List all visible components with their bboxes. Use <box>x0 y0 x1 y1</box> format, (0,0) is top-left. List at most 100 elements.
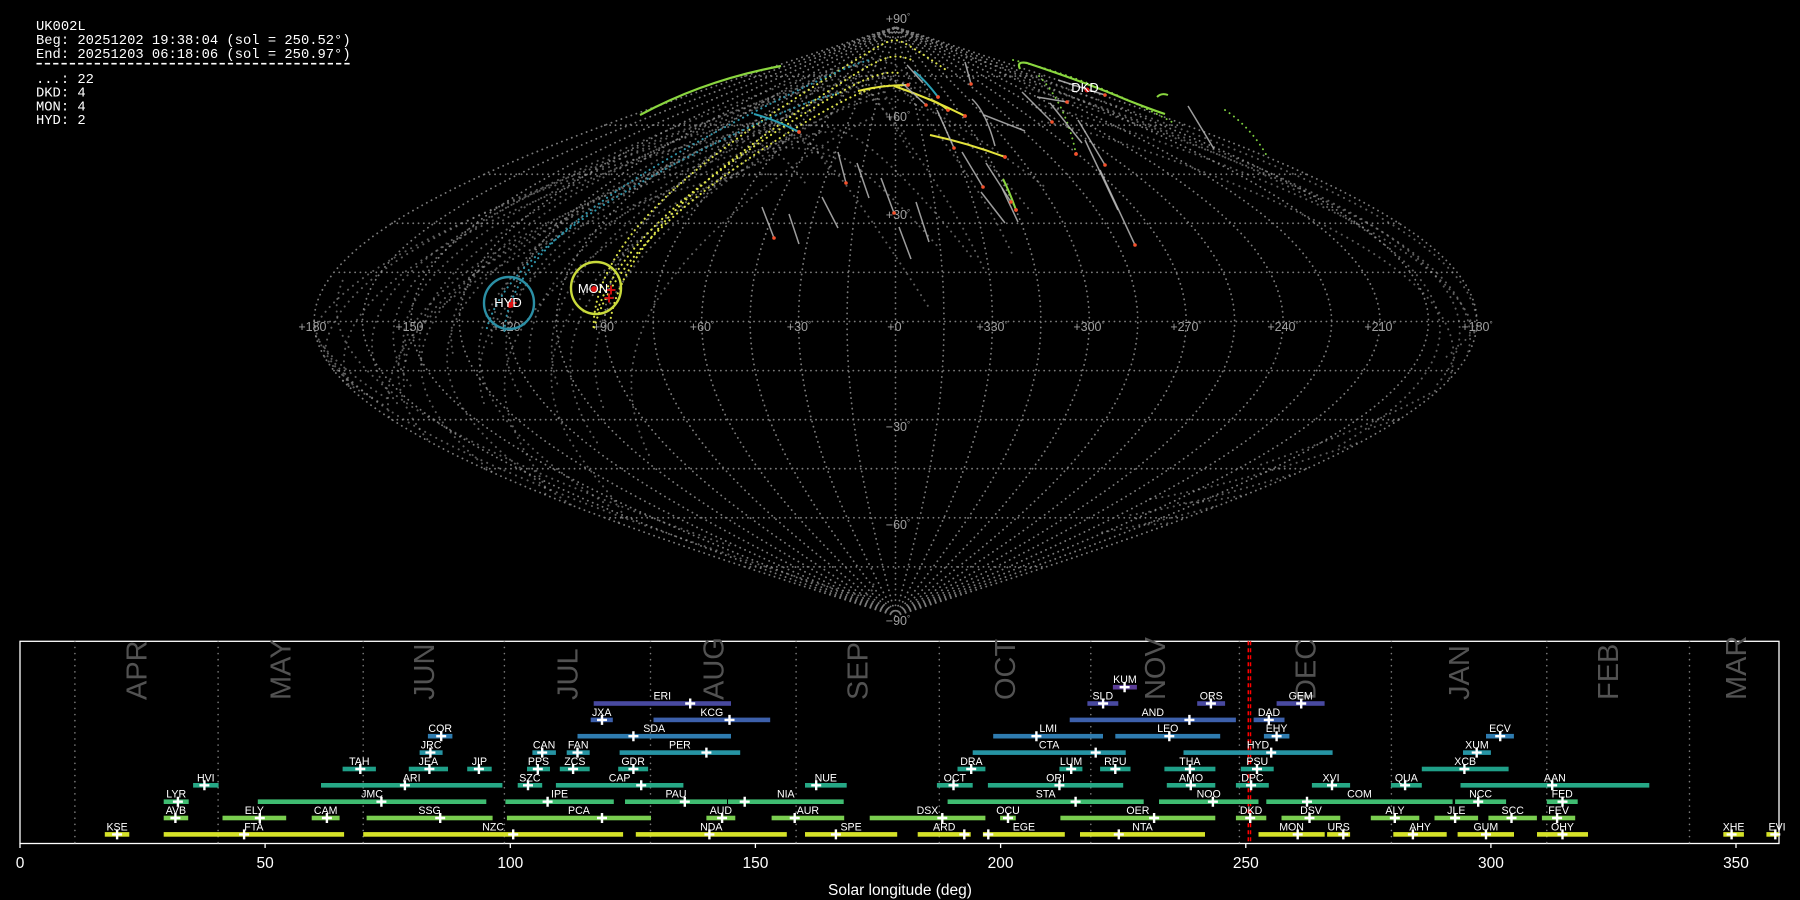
svg-text:GDR: GDR <box>621 756 645 768</box>
svg-text:DKD: 4: DKD: 4 <box>36 87 86 102</box>
svg-text:AHY: AHY <box>1409 821 1431 833</box>
svg-text:ECV: ECV <box>1489 723 1512 735</box>
svg-text:+210°: +210° <box>1364 320 1395 334</box>
svg-text:CAP: CAP <box>609 772 631 784</box>
svg-text:HYD: HYD <box>1247 740 1270 752</box>
svg-text:FTA: FTA <box>244 821 264 833</box>
svg-text:NDA: NDA <box>700 821 723 833</box>
svg-text:KSE: KSE <box>106 821 127 833</box>
svg-text:SCC: SCC <box>1502 805 1525 817</box>
svg-text:GUM: GUM <box>1473 821 1498 833</box>
svg-text:EVI: EVI <box>1768 821 1785 833</box>
svg-text:QUA: QUA <box>1395 772 1419 784</box>
svg-text:OHY: OHY <box>1551 821 1574 833</box>
svg-text:PCA: PCA <box>568 805 591 817</box>
svg-text:URS: URS <box>1328 821 1350 833</box>
svg-text:+180°: +180° <box>1461 320 1492 334</box>
svg-text:KUM: KUM <box>1113 674 1137 686</box>
svg-text:JLE: JLE <box>1447 805 1465 817</box>
svg-text:DAD: DAD <box>1258 707 1281 719</box>
svg-text:HVI: HVI <box>197 772 215 784</box>
svg-text:ARD: ARD <box>933 821 956 833</box>
svg-text:AMO: AMO <box>1179 772 1203 784</box>
svg-text:+30°: +30° <box>787 320 811 334</box>
svg-text:ALY: ALY <box>1385 805 1404 817</box>
svg-text:TAH: TAH <box>349 756 369 768</box>
svg-text:PSU: PSU <box>1246 756 1268 768</box>
svg-text:ORS: ORS <box>1200 691 1223 703</box>
svg-text:+30°: +30° <box>886 208 910 222</box>
svg-text:JRC: JRC <box>421 740 442 752</box>
svg-text:ELY: ELY <box>245 805 264 817</box>
svg-text:+60°: +60° <box>886 110 910 124</box>
svg-text:NZC: NZC <box>482 821 504 833</box>
svg-text:Beg: 20251202 19:38:04 (sol =: Beg: 20251202 19:38:04 (sol = 250.52°) <box>36 33 351 49</box>
svg-text:SPE: SPE <box>840 821 861 833</box>
svg-text:FEB: FEB <box>1593 644 1625 700</box>
svg-text:OCU: OCU <box>996 805 1020 817</box>
svg-text:+60°: +60° <box>690 320 714 334</box>
svg-text:AUR: AUR <box>797 805 820 817</box>
svg-text:COM: COM <box>1347 789 1372 801</box>
svg-text:OCT: OCT <box>990 639 1022 701</box>
svg-text:EHY: EHY <box>1266 723 1288 735</box>
svg-text:STA: STA <box>1036 789 1057 801</box>
svg-text:THA: THA <box>1179 756 1201 768</box>
svg-text:XCB: XCB <box>1454 756 1476 768</box>
svg-text:DSX: DSX <box>917 805 939 817</box>
svg-text:MAY: MAY <box>266 639 298 700</box>
svg-text:DSV: DSV <box>1300 805 1323 817</box>
svg-text:150: 150 <box>742 855 768 872</box>
svg-text:JMC: JMC <box>361 789 383 801</box>
svg-text:EGE: EGE <box>1013 821 1035 833</box>
svg-text:MON: MON <box>578 281 608 296</box>
svg-text:JAN: JAN <box>1444 645 1476 700</box>
svg-text:DRA: DRA <box>960 756 983 768</box>
svg-text:100: 100 <box>497 855 523 872</box>
svg-text:SDA: SDA <box>643 723 666 735</box>
svg-text:JXA: JXA <box>592 707 612 719</box>
svg-text:300: 300 <box>1478 855 1504 872</box>
svg-text:CAM: CAM <box>314 805 338 817</box>
svg-text:ORI: ORI <box>1046 772 1065 784</box>
svg-text:DKD: DKD <box>1240 805 1263 817</box>
svg-text:SLD: SLD <box>1092 691 1113 703</box>
svg-text:End: 20251203 06:18:06 (sol =: End: 20251203 06:18:06 (sol = 250.97°) <box>36 47 351 63</box>
svg-text:MAR: MAR <box>1721 636 1753 700</box>
svg-text:AAN: AAN <box>1544 772 1566 784</box>
svg-text:50: 50 <box>256 855 274 872</box>
svg-text:ZCS: ZCS <box>564 756 585 768</box>
svg-text:CAN: CAN <box>533 740 555 752</box>
svg-text:CTA: CTA <box>1039 740 1060 752</box>
svg-text:+270°: +270° <box>1170 320 1201 334</box>
svg-text:AND: AND <box>1142 707 1165 719</box>
svg-text:NTA: NTA <box>1132 821 1153 833</box>
svg-text:ERI: ERI <box>653 691 671 703</box>
svg-text:APR: APR <box>122 640 154 700</box>
svg-text:XVI: XVI <box>1323 772 1340 784</box>
svg-text:350: 350 <box>1723 855 1749 872</box>
svg-text:SEP: SEP <box>843 642 875 700</box>
svg-text:FED: FED <box>1552 789 1574 801</box>
svg-text:Solar longitude (deg): Solar longitude (deg) <box>828 882 972 899</box>
svg-text:UK002L: UK002L <box>36 20 86 35</box>
svg-text:XHE: XHE <box>1723 821 1745 833</box>
svg-text:NUE: NUE <box>815 772 837 784</box>
svg-text:MON: MON <box>1279 821 1304 833</box>
svg-text:...: 22: ...: 22 <box>36 73 94 88</box>
svg-text:JEA: JEA <box>419 756 439 768</box>
svg-text:AVB: AVB <box>166 805 186 817</box>
svg-text:OCT: OCT <box>944 772 967 784</box>
svg-text:LMI: LMI <box>1039 723 1057 735</box>
svg-text:−90°: −90° <box>886 614 910 628</box>
svg-text:NIA: NIA <box>777 789 796 801</box>
svg-text:RPU: RPU <box>1104 756 1126 768</box>
svg-text:XUM: XUM <box>1465 740 1489 752</box>
svg-text:250: 250 <box>1233 855 1259 872</box>
svg-text:AUG: AUG <box>698 637 730 700</box>
svg-text:FAN: FAN <box>568 740 589 752</box>
svg-text:200: 200 <box>988 855 1014 872</box>
svg-text:ARI: ARI <box>403 772 421 784</box>
svg-text:0: 0 <box>16 855 25 872</box>
svg-text:IPE: IPE <box>551 789 568 801</box>
